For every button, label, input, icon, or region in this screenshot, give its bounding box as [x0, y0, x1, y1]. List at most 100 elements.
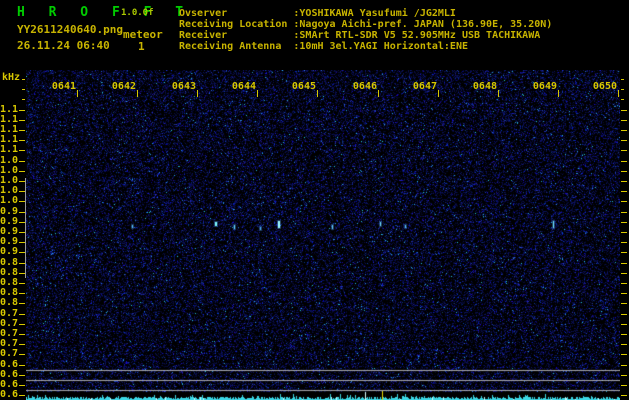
freq-tick-left: [19, 212, 25, 213]
freq-tick-right: [621, 293, 627, 294]
freq-tick-right: [621, 283, 627, 284]
time-tick: [558, 90, 559, 97]
detection-band-marker: [25, 178, 26, 278]
freq-tick-label: 1.1: [0, 144, 19, 155]
freq-tick-label: 0.9: [0, 246, 19, 257]
time-tick: [378, 90, 379, 97]
time-tick: [438, 90, 439, 97]
freq-tick-left: [19, 150, 25, 151]
time-tick: [618, 90, 619, 97]
freq-tick-left: [19, 120, 25, 121]
app-version: 1.0.0f: [121, 8, 154, 18]
freq-tick-right: [621, 140, 627, 141]
freq-tick-left: [19, 283, 25, 284]
freq-tick-right: [621, 354, 627, 355]
freq-tick-left: [19, 242, 25, 243]
date-time: 26.11.24 06:40: [17, 39, 110, 52]
freq-tick-right: [621, 303, 627, 304]
time-tick-label: 0645: [291, 81, 316, 92]
freq-tick-left: [19, 354, 25, 355]
spectrogram-canvas: [26, 70, 620, 400]
time-tick-label: 0646: [352, 81, 377, 92]
freq-tick-left: [22, 89, 25, 90]
freq-tick-right: [621, 385, 627, 386]
time-tick-label: 0648: [472, 81, 497, 92]
time-tick-label: 0643: [171, 81, 196, 92]
station-info-row: Receiving Antenna :10mH 3el.YAGI Horizon…: [179, 41, 468, 52]
freq-tick-label: 0.6: [0, 389, 19, 400]
freq-tick-left: [19, 252, 25, 253]
freq-tick-left: [19, 395, 25, 396]
freq-tick-right: [621, 222, 627, 223]
time-tick: [257, 90, 258, 97]
freq-tick-right: [621, 273, 627, 274]
freq-tick-left: [19, 181, 25, 182]
freq-tick-right: [621, 314, 627, 315]
time-tick-label: 0641: [51, 81, 76, 92]
freq-tick-right: [621, 334, 627, 335]
freq-tick-left: [19, 365, 25, 366]
freq-tick-right: [621, 201, 627, 202]
freq-tick-left: [19, 201, 25, 202]
freq-tick-right: [621, 171, 627, 172]
freq-tick-left: [19, 314, 25, 315]
freq-tick-left: [19, 222, 25, 223]
hrofft-screen: H R O F F T 1.0.0f YY2611240640.png mete…: [0, 0, 629, 400]
freq-tick-left: [19, 334, 25, 335]
freq-tick-right: [621, 242, 627, 243]
freq-tick-right: [621, 120, 627, 121]
freq-tick-left: [19, 110, 25, 111]
freq-tick-label: 1.0: [0, 195, 19, 206]
freq-tick-right: [621, 252, 627, 253]
freq-unit-label: kHz: [2, 72, 21, 83]
freq-tick-right: [621, 150, 627, 151]
output-filename: YY2611240640.png: [17, 23, 123, 36]
app-title: H R O F F T: [17, 5, 192, 20]
time-tick-label: 0642: [111, 81, 136, 92]
freq-tick-left: [19, 263, 25, 264]
freq-tick-right: [621, 344, 627, 345]
freq-tick-left: [19, 293, 25, 294]
time-tick: [498, 90, 499, 97]
freq-tick-left: [19, 375, 25, 376]
station-info-row: Ovserver :YOSHIKAWA Yasufumi /JG2MLI: [179, 8, 456, 19]
freq-tick-right: [621, 181, 627, 182]
freq-tick-right: [621, 110, 627, 111]
freq-tick-right: [621, 89, 624, 90]
time-tick: [137, 90, 138, 97]
freq-tick-right: [621, 212, 627, 213]
freq-tick-left: [19, 232, 25, 233]
freq-tick-right: [621, 79, 624, 80]
freq-tick-right: [621, 232, 627, 233]
time-tick-label: 0649: [532, 81, 557, 92]
freq-tick-left: [19, 385, 25, 386]
freq-tick-right: [621, 130, 627, 131]
freq-tick-label: 0.8: [0, 297, 19, 308]
time-tick-label: 0644: [231, 81, 256, 92]
freq-tick-right: [621, 263, 627, 264]
freq-tick-left: [22, 99, 25, 100]
freq-tick-right: [621, 324, 627, 325]
freq-tick-left: [19, 273, 25, 274]
freq-tick-left: [22, 79, 25, 80]
station-info-block: Ovserver :YOSHIKAWA Yasufumi /JG2MLI Rece…: [179, 8, 552, 52]
freq-tick-left: [19, 161, 25, 162]
freq-tick-right: [621, 161, 627, 162]
freq-tick-right: [621, 191, 627, 192]
time-tick-label: 0650: [592, 81, 617, 92]
time-tick: [197, 90, 198, 97]
freq-tick-left: [19, 303, 25, 304]
freq-tick-left: [19, 344, 25, 345]
freq-tick-label: 0.7: [0, 348, 19, 359]
time-tick: [77, 90, 78, 97]
freq-tick-left: [19, 324, 25, 325]
station-info-row: Receiver :SMArt RTL-SDR V5 52.905MHz USB…: [179, 30, 541, 41]
freq-tick-right: [621, 395, 627, 396]
freq-tick-right: [621, 99, 624, 100]
freq-tick-left: [19, 191, 25, 192]
meteor-count: 1: [138, 40, 145, 53]
freq-tick-right: [621, 375, 627, 376]
freq-tick-right: [621, 365, 627, 366]
freq-tick-left: [19, 171, 25, 172]
time-tick-label: 0647: [412, 81, 437, 92]
